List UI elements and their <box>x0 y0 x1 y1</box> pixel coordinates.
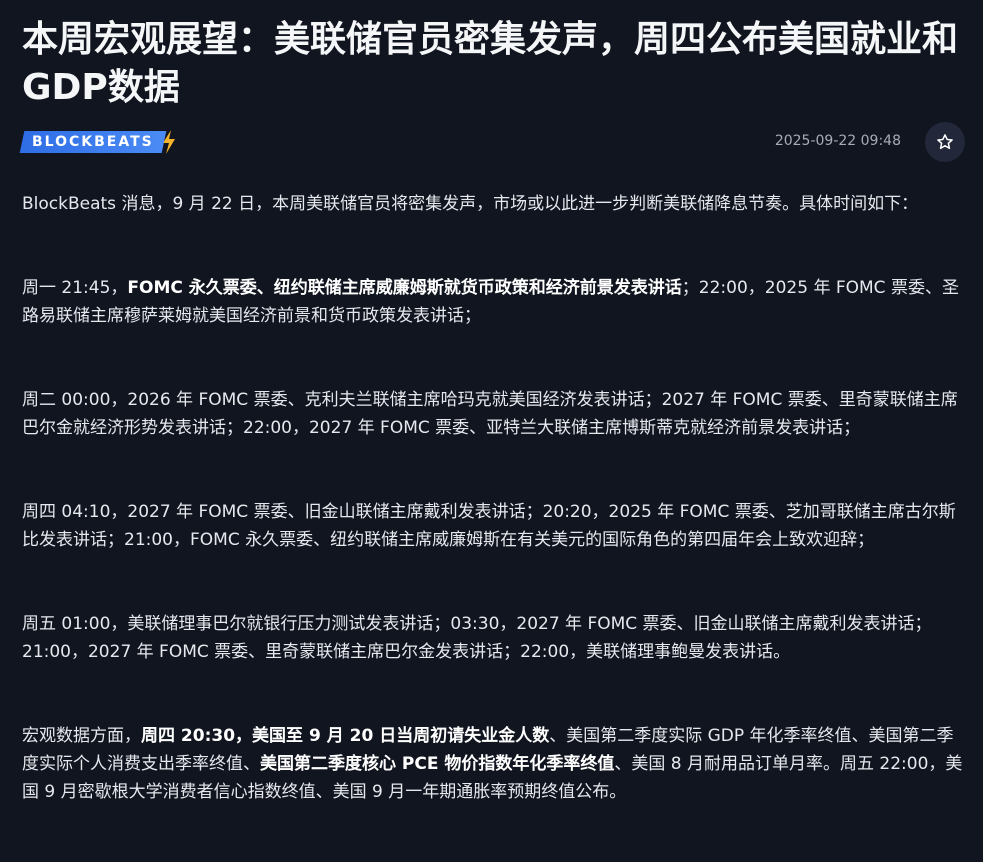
text-run: 宏观数据方面， <box>22 726 141 746</box>
paragraph-macro-data: 宏观数据方面，周四 20:30，美国至 9 月 20 日当周初请失业金人数、美国… <box>22 722 965 806</box>
logo-badge: BLOCKBEATS <box>19 131 167 153</box>
text-run-bold: 美国第二季度核心 PCE 物价指数年化季率终值 <box>260 754 615 774</box>
paragraph-monday: 周一 21:45，FOMC 永久票委、纽约联储主席威廉姆斯就货币政策和经济前景发… <box>22 274 965 330</box>
text-run-bold: 周四 20:30，美国至 9 月 20 日当周初请失业金人数 <box>141 726 550 746</box>
text-run-bold: FOMC 永久票委、纽约联储主席威廉姆斯就货币政策和经济前景发表讲话 <box>127 278 682 298</box>
article-view: 本周宏观展望：美联储官员密集发声，周四公布美国就业和GDP数据 BLOCKBEA… <box>0 0 983 831</box>
text-run: 周一 21:45， <box>22 278 128 298</box>
paragraph-thursday: 周四 04:10，2027 年 FOMC 票委、旧金山联储主席戴利发表讲话；20… <box>22 498 965 554</box>
text-run: 周二 00:00，2026 年 FOMC 票委、克利夫兰联储主席哈玛克就美国经济… <box>22 390 958 438</box>
article-title: 本周宏观展望：美联储官员密集发声，周四公布美国就业和GDP数据 <box>22 19 959 108</box>
text-run: BlockBeats 消息，9 月 22 日，本周美联储官员将密集发声，市场或以… <box>22 194 919 214</box>
favorite-button[interactable] <box>925 122 965 162</box>
logo-text: BLOCKBEATS <box>32 134 154 150</box>
text-run: 周四 04:10，2027 年 FOMC 票委、旧金山联储主席戴利发表讲话；20… <box>22 502 956 550</box>
text-run: 周五 01:00，美联储理事巴尔就银行压力测试发表讲话；03:30，2027 年… <box>22 614 932 662</box>
paragraph-tuesday: 周二 00:00，2026 年 FOMC 票委、克利夫兰联储主席哈玛克就美国经济… <box>22 386 965 442</box>
paragraph-intro: BlockBeats 消息，9 月 22 日，本周美联储官员将密集发声，市场或以… <box>22 190 965 218</box>
source-logo[interactable]: BLOCKBEATS <box>19 130 178 154</box>
star-outline-icon <box>937 134 953 150</box>
publish-datetime: 2025-09-22 09:48 <box>774 133 901 149</box>
article-body: BlockBeats 消息，9 月 22 日，本周美联储官员将密集发声，市场或以… <box>22 190 965 862</box>
article-meta: BLOCKBEATS 2025-09-22 09:48 <box>19 122 965 162</box>
paragraph-friday: 周五 01:00，美联储理事巴尔就银行压力测试发表讲话；03:30，2027 年… <box>22 610 965 666</box>
